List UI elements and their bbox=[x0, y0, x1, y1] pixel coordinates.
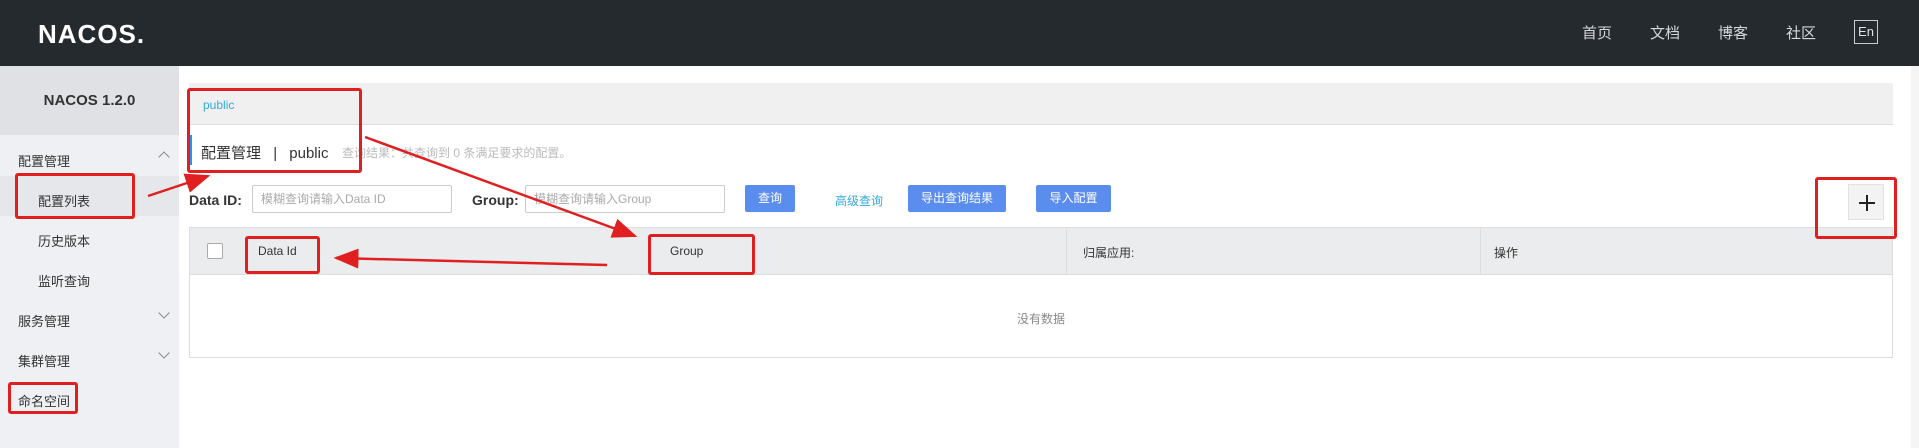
annotation-arrows bbox=[147, 135, 638, 269]
export-results-button[interactable]: 导出查询结果 bbox=[908, 185, 1006, 212]
chevron-down-icon[interactable] bbox=[158, 307, 170, 319]
column-divider bbox=[1480, 228, 1481, 275]
page-scrollbar[interactable] bbox=[1911, 66, 1919, 448]
advanced-query-link[interactable]: 高级查询 bbox=[835, 192, 883, 209]
query-summary: 查询结果：共查询到 0 条满足要求的配置。 bbox=[342, 146, 572, 160]
sidebar: NACOS 1.2.0 配置管理 配置列表 历史版本 监听查询 服务管理 集群管… bbox=[0, 66, 179, 448]
title-accent-bar bbox=[189, 135, 192, 165]
page-title-text: 配置管理 bbox=[201, 145, 262, 162]
table-header: Data Id Group 归属应用: 操作 bbox=[190, 228, 1892, 275]
chevron-down-icon[interactable] bbox=[158, 347, 170, 359]
nav-home[interactable]: 首页 bbox=[1582, 22, 1612, 43]
empty-state-text: 没有数据 bbox=[1016, 312, 1065, 326]
column-header-group[interactable]: Group bbox=[670, 244, 703, 258]
sidebar-item-config-list[interactable]: 配置列表 bbox=[38, 191, 90, 210]
select-all-checkbox[interactable] bbox=[207, 243, 223, 259]
namespace-tab-bar bbox=[189, 83, 1893, 125]
sidebar-item-history[interactable]: 历史版本 bbox=[38, 231, 90, 250]
dataid-label: Data ID: bbox=[189, 192, 242, 208]
group-search-input[interactable]: 模糊查询请输入Group bbox=[525, 185, 725, 213]
sidebar-item-namespace[interactable]: 命名空间 bbox=[18, 391, 70, 410]
sidebar-item-cluster-management[interactable]: 集群管理 bbox=[18, 351, 70, 370]
nacos-logo[interactable]: NACOS. bbox=[38, 19, 145, 50]
title-separator: | bbox=[273, 145, 278, 162]
page-title-namespace: public bbox=[289, 145, 329, 162]
query-button[interactable]: 查询 bbox=[745, 185, 795, 212]
nav-community[interactable]: 社区 bbox=[1786, 22, 1816, 43]
nav-blog[interactable]: 博客 bbox=[1718, 22, 1748, 43]
language-switch-button[interactable]: En bbox=[1854, 20, 1878, 44]
import-config-button[interactable]: 导入配置 bbox=[1036, 185, 1111, 212]
column-header-actions: 操作 bbox=[1494, 246, 1519, 260]
column-divider bbox=[1066, 228, 1067, 275]
nav-docs[interactable]: 文档 bbox=[1650, 22, 1680, 43]
add-config-button[interactable] bbox=[1848, 184, 1884, 220]
top-navbar: NACOS. 首页 文档 博客 社区 En bbox=[0, 0, 1919, 66]
column-header-data-id[interactable]: Data Id bbox=[258, 244, 297, 258]
chevron-up-icon[interactable] bbox=[158, 151, 170, 163]
column-header-app[interactable]: 归属应用: bbox=[1083, 244, 1134, 261]
namespace-tab-public[interactable]: public bbox=[203, 98, 234, 112]
sidebar-item-service-management[interactable]: 服务管理 bbox=[18, 311, 70, 330]
version-label: NACOS 1.2.0 bbox=[0, 66, 179, 135]
config-table: Data Id Group 归属应用: 操作 没有数据 bbox=[189, 227, 1893, 358]
dataid-search-input[interactable]: 模糊查询请输入Data ID bbox=[252, 185, 452, 213]
page-title: 配置管理 | public bbox=[201, 142, 328, 163]
sidebar-item-config-management[interactable]: 配置管理 bbox=[18, 151, 70, 170]
group-label: Group: bbox=[472, 192, 519, 208]
sidebar-item-listener-query[interactable]: 监听查询 bbox=[38, 271, 90, 290]
